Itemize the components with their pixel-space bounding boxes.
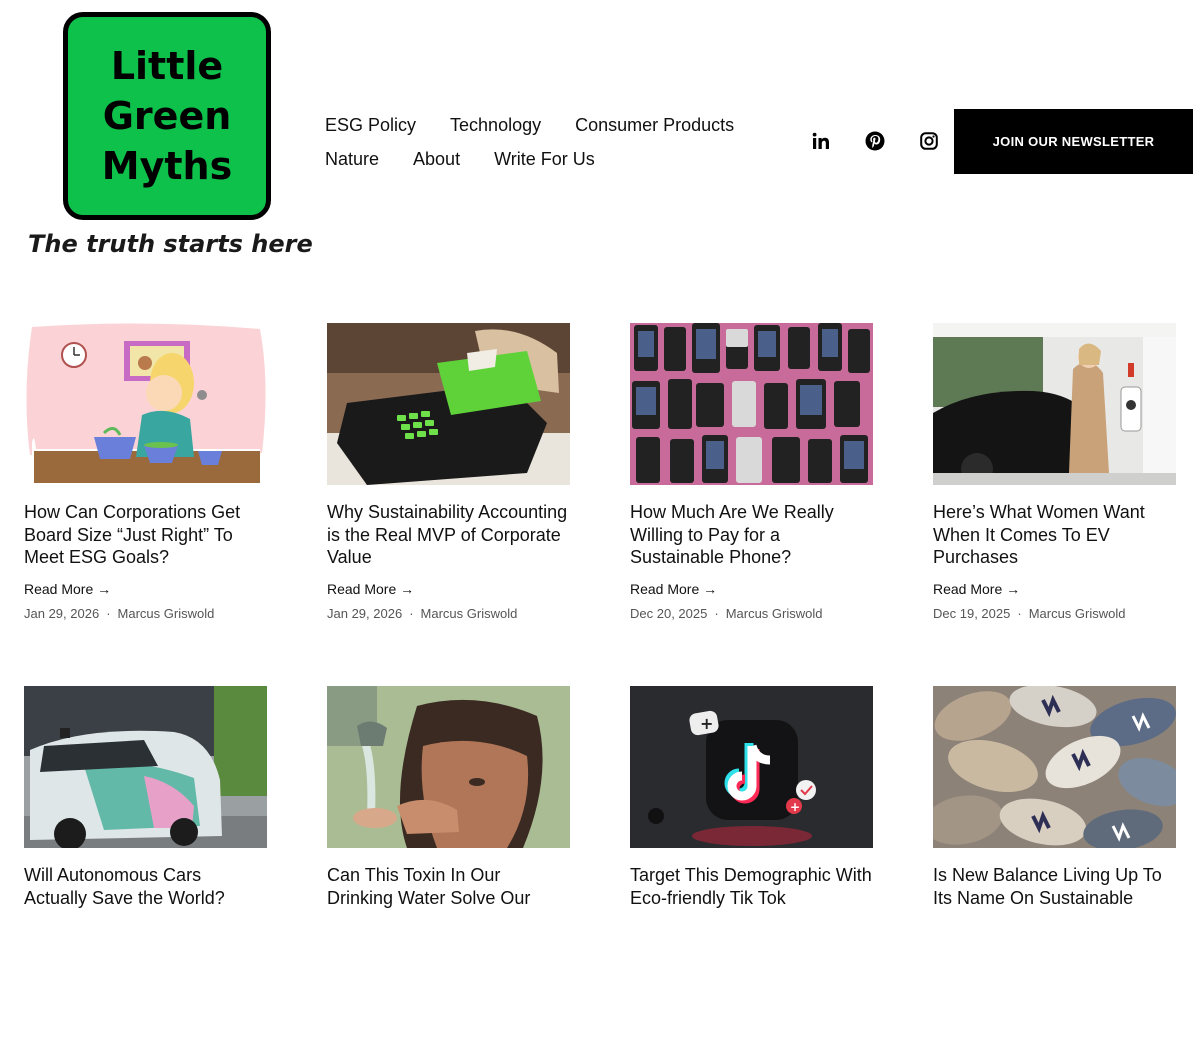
logo-tagline: The truth starts here [28,230,313,258]
article-title[interactable]: Will Autonomous Cars Actually Save the W… [24,864,267,909]
article-meta: Dec 20, 2025 · Marcus Griswold [630,605,823,621]
article-card: Can This Toxin In Our Drinking Water Sol… [327,686,570,909]
article-thumbnail[interactable] [933,323,1176,485]
main-nav: ESG Policy Technology Consumer Products … [325,108,765,176]
read-more-link[interactable]: Read More → [327,581,570,597]
linkedin-icon[interactable] [808,126,834,156]
article-date: Dec 19, 2025 [933,605,1011,621]
article-thumbnail[interactable] [933,686,1176,848]
logo-word: Little [110,44,224,88]
article-thumbnail[interactable]: + + [630,686,873,848]
article-title[interactable]: Is New Balance Living Up To Its Name On … [933,864,1176,909]
article-author[interactable]: Marcus Griswold [726,606,823,621]
nav-item-esg-policy[interactable]: ESG Policy [325,115,416,136]
article-row: How Can Corporations Get Board Size “Jus… [24,323,1176,686]
article-title[interactable]: How Much Are We Really Willing to Pay fo… [630,501,873,569]
logo-word: Green [102,94,232,138]
nav-item-consumer-products[interactable]: Consumer Products [575,115,734,136]
nav-item-technology[interactable]: Technology [450,115,541,136]
article-date: Dec 20, 2025 [630,605,708,621]
read-more-link[interactable]: Read More → [24,581,267,597]
nav-item-about[interactable]: About [413,149,460,170]
article-card: How Can Corporations Get Board Size “Jus… [24,323,267,621]
article-author[interactable]: Marcus Griswold [118,606,215,621]
article-meta: Jan 29, 2026 · Marcus Griswold [327,605,518,621]
article-thumbnail[interactable] [24,686,267,848]
nav-row: ESG Policy Technology Consumer Products [325,108,765,142]
svg-text:+: + [700,714,713,733]
article-thumbnail[interactable] [327,323,570,485]
article-card: Is New Balance Living Up To Its Name On … [933,686,1176,909]
site-header: Little Green Myths The truth starts here… [0,0,1200,280]
article-thumbnail[interactable] [327,686,570,848]
article-grid: How Can Corporations Get Board Size “Jus… [24,323,1176,1049]
article-meta: Jan 29, 2026 · Marcus Griswold [24,605,215,621]
article-card: Here’s What Women Want When It Comes To … [933,323,1176,621]
article-title[interactable]: Why Sustainability Accounting is the Rea… [327,501,570,569]
article-card: How Much Are We Really Willing to Pay fo… [630,323,873,621]
article-title[interactable]: Here’s What Women Want When It Comes To … [933,501,1176,569]
article-author[interactable]: Marcus Griswold [1029,606,1126,621]
logo-badge: Little Green Myths [63,12,271,220]
nav-item-nature[interactable]: Nature [325,149,379,170]
article-date: Jan 29, 2026 [327,605,403,621]
article-thumbnail[interactable] [24,323,267,485]
article-row: Will Autonomous Cars Actually Save the W… [24,686,1176,1049]
read-more-link[interactable]: Read More → [630,581,873,597]
article-title[interactable]: Can This Toxin In Our Drinking Water Sol… [327,864,570,909]
article-card: + + Target This Demographic With Eco-fri… [630,686,873,909]
article-card: Why Sustainability Accounting is the Rea… [327,323,570,621]
logo-word: Myths [101,144,233,188]
nav-row: Nature About Write For Us [325,142,765,176]
article-title[interactable]: Target This Demographic With Eco-friendl… [630,864,873,909]
pinterest-icon[interactable] [862,126,888,156]
nav-item-write-for-us[interactable]: Write For Us [494,149,595,170]
article-thumbnail[interactable] [630,323,873,485]
svg-text:+: + [790,800,800,814]
article-card: Will Autonomous Cars Actually Save the W… [24,686,267,909]
article-title[interactable]: How Can Corporations Get Board Size “Jus… [24,501,267,569]
social-links [808,126,942,156]
article-author[interactable]: Marcus Griswold [421,606,518,621]
article-date: Jan 29, 2026 [24,605,100,621]
read-more-link[interactable]: Read More → [933,581,1176,597]
join-newsletter-button[interactable]: JOIN OUR NEWSLETTER [954,109,1193,174]
instagram-icon[interactable] [916,126,942,156]
article-meta: Dec 19, 2025 · Marcus Griswold [933,605,1126,621]
site-logo[interactable]: Little Green Myths The truth starts here [28,8,313,268]
